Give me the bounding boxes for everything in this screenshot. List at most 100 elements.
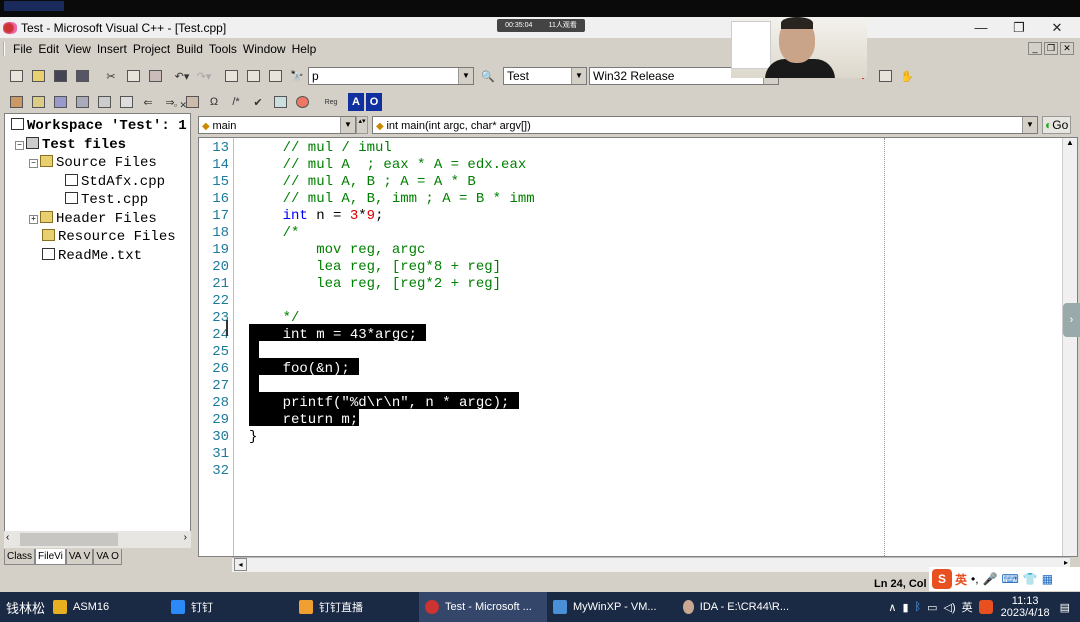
go-button[interactable]: ◐Go xyxy=(1042,116,1072,134)
task-vmware[interactable]: MyWinXP - VM... xyxy=(547,592,677,622)
minimize-button[interactable]: — xyxy=(962,17,1000,38)
tree-workspace[interactable]: Workspace 'Test': 1 xyxy=(11,117,187,136)
tab-va-view[interactable]: VA V xyxy=(65,549,94,565)
menu-project[interactable]: Project xyxy=(133,42,170,56)
redo-icon[interactable]: ↷▾ xyxy=(194,67,214,85)
collapse-icon[interactable]: − xyxy=(15,140,24,150)
chevron-up-icon[interactable]: ∧ xyxy=(888,601,896,614)
chevron-down-icon[interactable]: ▼ xyxy=(571,68,586,84)
chevron-down-icon[interactable]: ▼ xyxy=(458,68,473,84)
shirt-icon[interactable]: 👕 xyxy=(1023,572,1038,586)
task-ida[interactable]: IDA - E:\CR44\R... xyxy=(677,592,795,622)
save-icon[interactable] xyxy=(50,67,70,85)
hand-icon[interactable]: ✋ xyxy=(897,67,917,85)
config-combo[interactable]: Test ▼ xyxy=(503,67,587,85)
scroll-right-icon[interactable]: ▸ xyxy=(1064,558,1068,567)
function-combo[interactable]: ◆ int main(int argc, char* argv[]) ▼ xyxy=(372,116,1038,134)
expand-icon[interactable]: + xyxy=(29,214,38,224)
spell-icon[interactable]: ✔ xyxy=(248,93,268,111)
window-list-icon[interactable] xyxy=(265,67,285,85)
bluetooth-icon[interactable]: ᛒ xyxy=(915,601,922,613)
notification-icon[interactable]: ▤ xyxy=(1060,601,1070,614)
tree-readme[interactable]: ReadMe.txt xyxy=(11,247,187,266)
code-line: int n = 3*9; xyxy=(249,208,384,224)
search-icon[interactable]: 🔍 xyxy=(478,67,498,85)
va-icon-9[interactable] xyxy=(292,93,312,111)
task-vc[interactable]: Test - Microsoft ... xyxy=(419,592,548,622)
copy-icon[interactable] xyxy=(123,67,143,85)
a-button[interactable]: A xyxy=(348,93,364,111)
maximize-button[interactable]: ❐ xyxy=(1000,17,1038,38)
mdi-restore-button[interactable]: ❐ xyxy=(1044,42,1058,55)
paste-icon[interactable] xyxy=(145,67,165,85)
sogou-icon[interactable] xyxy=(978,600,993,614)
tree-source-folder[interactable]: − Source Files xyxy=(11,154,187,173)
ime-punctuation[interactable]: •, xyxy=(971,572,979,586)
tab-classview[interactable]: Class xyxy=(4,549,36,565)
spin-icon[interactable]: ▴▾ xyxy=(356,116,368,134)
tab-fileview[interactable]: FileVi xyxy=(35,549,66,565)
menu-tools[interactable]: Tools xyxy=(209,42,237,56)
scope-combo[interactable]: ◆ main ▼ xyxy=(198,116,356,134)
chevron-down-icon[interactable]: ▼ xyxy=(1022,117,1037,133)
cut-icon[interactable]: ✂ xyxy=(101,67,121,85)
clock-time: 11:13 xyxy=(1011,595,1039,607)
editor-vscrollbar[interactable]: ▲ xyxy=(1062,138,1077,556)
reg-button[interactable]: Reg xyxy=(321,93,341,111)
new-file-icon[interactable] xyxy=(6,67,26,85)
open-folder-icon[interactable] xyxy=(28,67,48,85)
workspace-hscrollbar[interactable]: ‹ › xyxy=(4,531,191,548)
ime-language[interactable]: 英 xyxy=(955,571,967,588)
tray-language[interactable]: 英 xyxy=(962,599,973,615)
scroll-left-icon[interactable]: ‹ xyxy=(6,532,9,543)
tree-project[interactable]: − Test files xyxy=(11,136,187,155)
save-all-icon[interactable] xyxy=(72,67,92,85)
menu-build[interactable]: Build xyxy=(176,42,203,56)
tree-file-stdafx[interactable]: StdAfx.cpp xyxy=(11,173,187,192)
close-button[interactable]: ✕ xyxy=(1038,17,1076,38)
usb-icon[interactable]: ▮ xyxy=(902,601,908,614)
task-dingtalk[interactable]: 钉钉 xyxy=(165,592,293,622)
o-button[interactable]: O xyxy=(366,93,382,111)
grid-icon[interactable]: ▦ xyxy=(1042,572,1053,586)
menu-view[interactable]: View xyxy=(65,42,91,56)
tree-header-folder[interactable]: + Header Files xyxy=(11,210,187,229)
menu-window[interactable]: Window xyxy=(243,42,286,56)
mdi-close-button[interactable]: ✕ xyxy=(1060,42,1074,55)
scroll-thumb[interactable] xyxy=(20,533,118,546)
scroll-up-icon[interactable]: ▲ xyxy=(1063,138,1077,147)
microphone-icon[interactable]: 🎤 xyxy=(983,572,998,586)
keyboard-icon[interactable]: ⌨ xyxy=(1002,572,1019,586)
find-in-files-icon[interactable]: 🔭 xyxy=(287,67,307,85)
clock[interactable]: 11:13 2023/4/18 xyxy=(1001,595,1050,619)
comment-icon[interactable]: /* xyxy=(226,93,246,111)
find-combo[interactable]: p ▼ xyxy=(308,67,474,85)
menu-insert[interactable]: Insert xyxy=(97,42,127,56)
scroll-right-icon[interactable]: › xyxy=(184,532,187,543)
task-dingtalk-live[interactable]: 钉钉直播 xyxy=(293,592,419,622)
step-icon[interactable] xyxy=(875,67,895,85)
ime-logo-icon[interactable]: S xyxy=(932,569,952,589)
tab-va-outline[interactable]: VA O xyxy=(93,549,122,565)
menu-file[interactable]: File xyxy=(13,42,32,56)
mdi-minimize-button[interactable]: _ xyxy=(1028,42,1042,55)
chevron-down-icon[interactable]: ▼ xyxy=(340,117,355,133)
pane-close-icon[interactable]: ▫ ✕ xyxy=(174,100,187,111)
menu-edit[interactable]: Edit xyxy=(38,42,59,56)
scroll-left-icon[interactable]: ◂ xyxy=(234,558,247,571)
code-editor[interactable]: 13 14 15 16 17 18 19 20 21 22 23 24 25 2… xyxy=(198,137,1078,557)
collapse-icon[interactable]: − xyxy=(29,159,38,168)
volume-icon[interactable]: ◁) xyxy=(944,601,956,614)
network-icon[interactable]: ▭ xyxy=(927,601,937,614)
tree-resource-folder[interactable]: Resource Files xyxy=(11,228,187,247)
undo-icon[interactable]: ↶▾ xyxy=(172,67,192,85)
task-asm16[interactable]: ASM16 xyxy=(47,592,165,622)
tree-file-test[interactable]: Test.cpp xyxy=(11,191,187,210)
menu-help[interactable]: Help xyxy=(292,42,317,56)
workspace-icon[interactable] xyxy=(221,67,241,85)
va-icon-8[interactable] xyxy=(270,93,290,111)
output-icon[interactable] xyxy=(243,67,263,85)
side-expand-tab[interactable]: › xyxy=(1063,303,1080,337)
omega-icon[interactable]: Ω xyxy=(204,93,224,111)
code-token: * xyxy=(358,208,367,224)
